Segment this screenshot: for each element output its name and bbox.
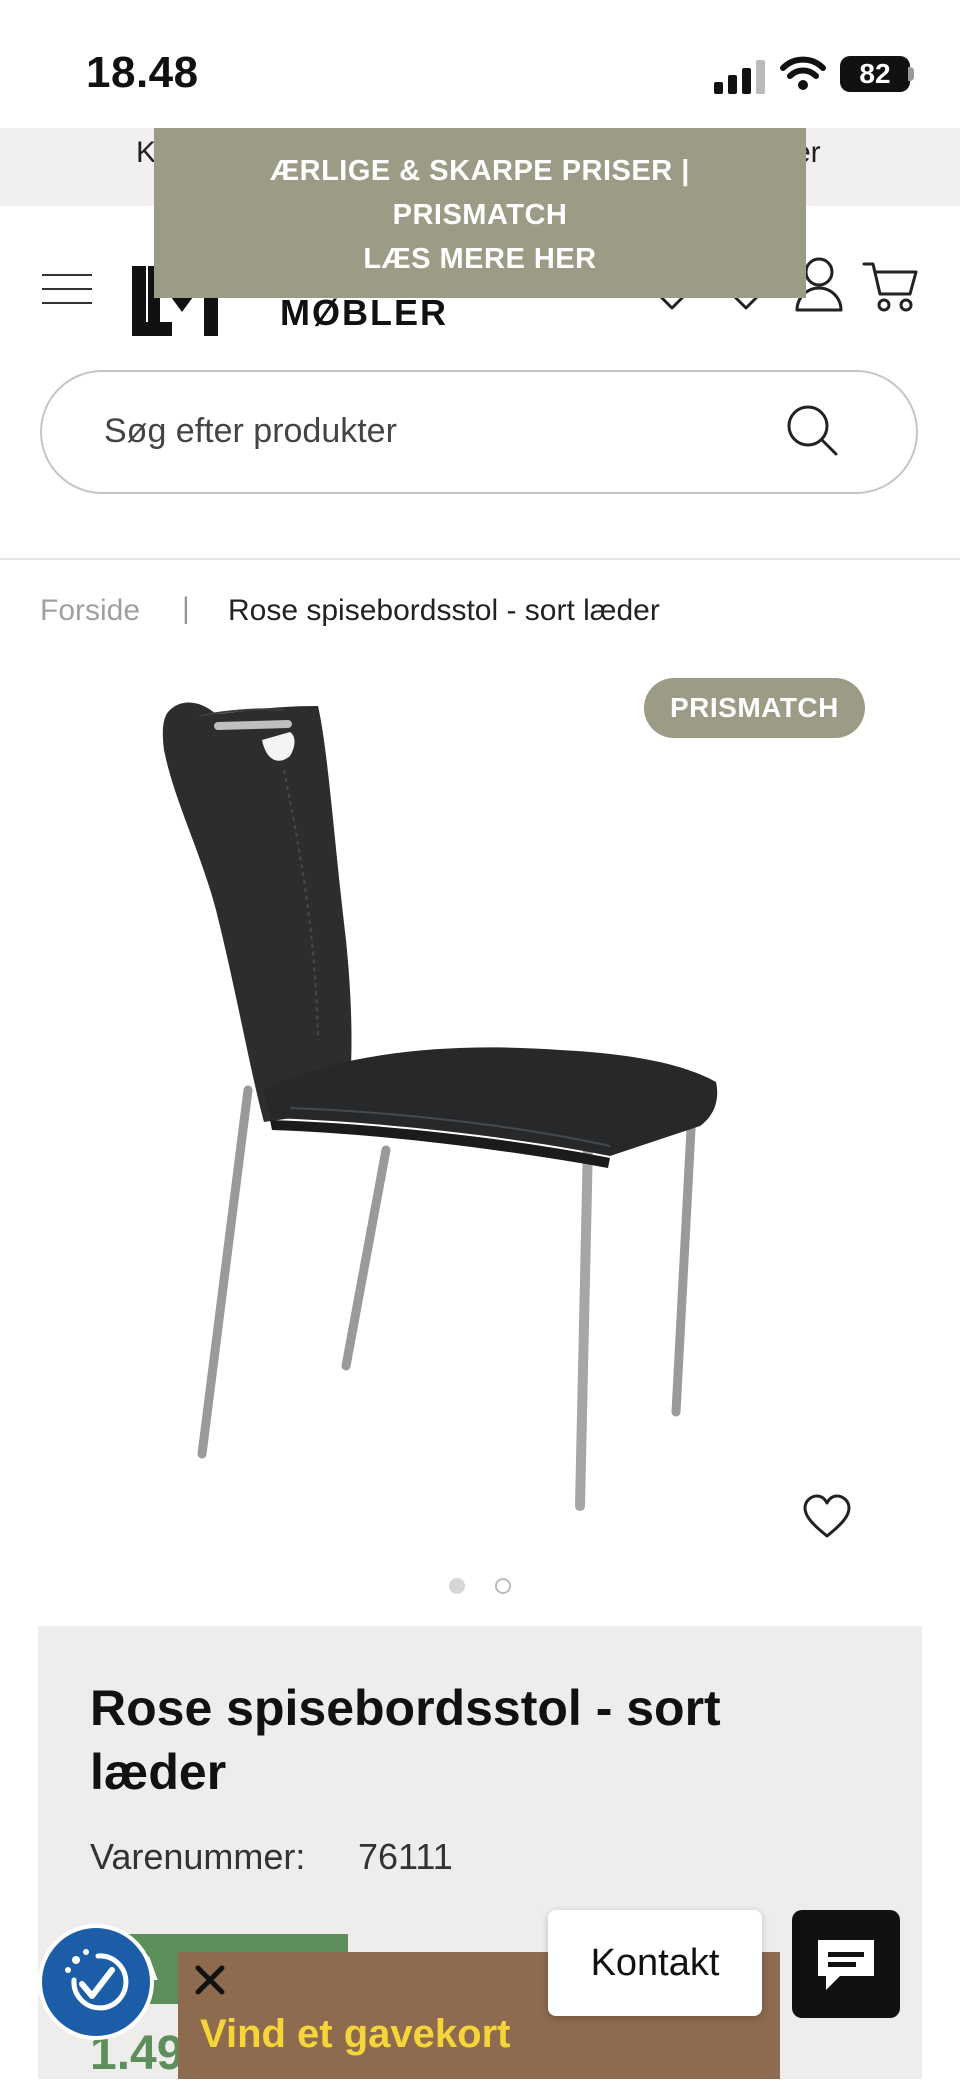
carousel-dot-active[interactable]: [449, 1578, 465, 1594]
contact-button[interactable]: Kontakt: [548, 1910, 762, 2016]
cart-icon[interactable]: [862, 258, 920, 314]
accessibility-icon: [65, 1949, 129, 2011]
promo-line-3: LÆS MERE HER: [363, 243, 597, 275]
breadcrumb-current: Rose spisebordsstol - sort læder: [228, 594, 660, 627]
heart-icon[interactable]: [802, 1494, 852, 1540]
menu-icon[interactable]: [42, 274, 92, 304]
logo-wordmark: MØBLER: [280, 292, 448, 333]
product-image[interactable]: [140, 690, 740, 1520]
search-icon[interactable]: [784, 402, 840, 458]
promo-line-2: PRISMATCH: [392, 199, 568, 231]
breadcrumb-separator: |: [182, 592, 190, 625]
chat-bubble-icon: [818, 1940, 874, 1990]
battery-indicator: 82: [840, 56, 910, 92]
wifi-icon: [780, 56, 826, 90]
promo-line-1: ÆRLIGE & SKARPE PRISER |: [270, 155, 690, 187]
gift-card-text: Vind et gavekort: [200, 2012, 511, 2056]
sku-label: Varenummer:: [90, 1836, 306, 1877]
accessibility-button[interactable]: [38, 1924, 154, 2040]
promo-banner[interactable]: ÆRLIGE & SKARPE PRISER | PRISMATCH LÆS M…: [154, 128, 806, 298]
chat-button[interactable]: [792, 1910, 900, 2018]
breadcrumb-home-link[interactable]: Forside: [40, 594, 140, 628]
prismatch-badge: PRISMATCH: [644, 678, 865, 738]
search-placeholder: Søg efter produkter: [104, 412, 397, 450]
sku-value: 76111: [358, 1836, 453, 1877]
announcement-text-left: K: [136, 136, 157, 169]
cellular-signal-icon: [714, 60, 765, 94]
close-icon[interactable]: [190, 1960, 230, 2000]
product-title: Rose spisebordsstol - sort læder: [90, 1680, 721, 1800]
header-divider: [0, 558, 960, 560]
carousel-dot[interactable]: [495, 1578, 511, 1594]
status-time: 18.48: [86, 48, 199, 97]
battery-tip: [908, 67, 914, 81]
